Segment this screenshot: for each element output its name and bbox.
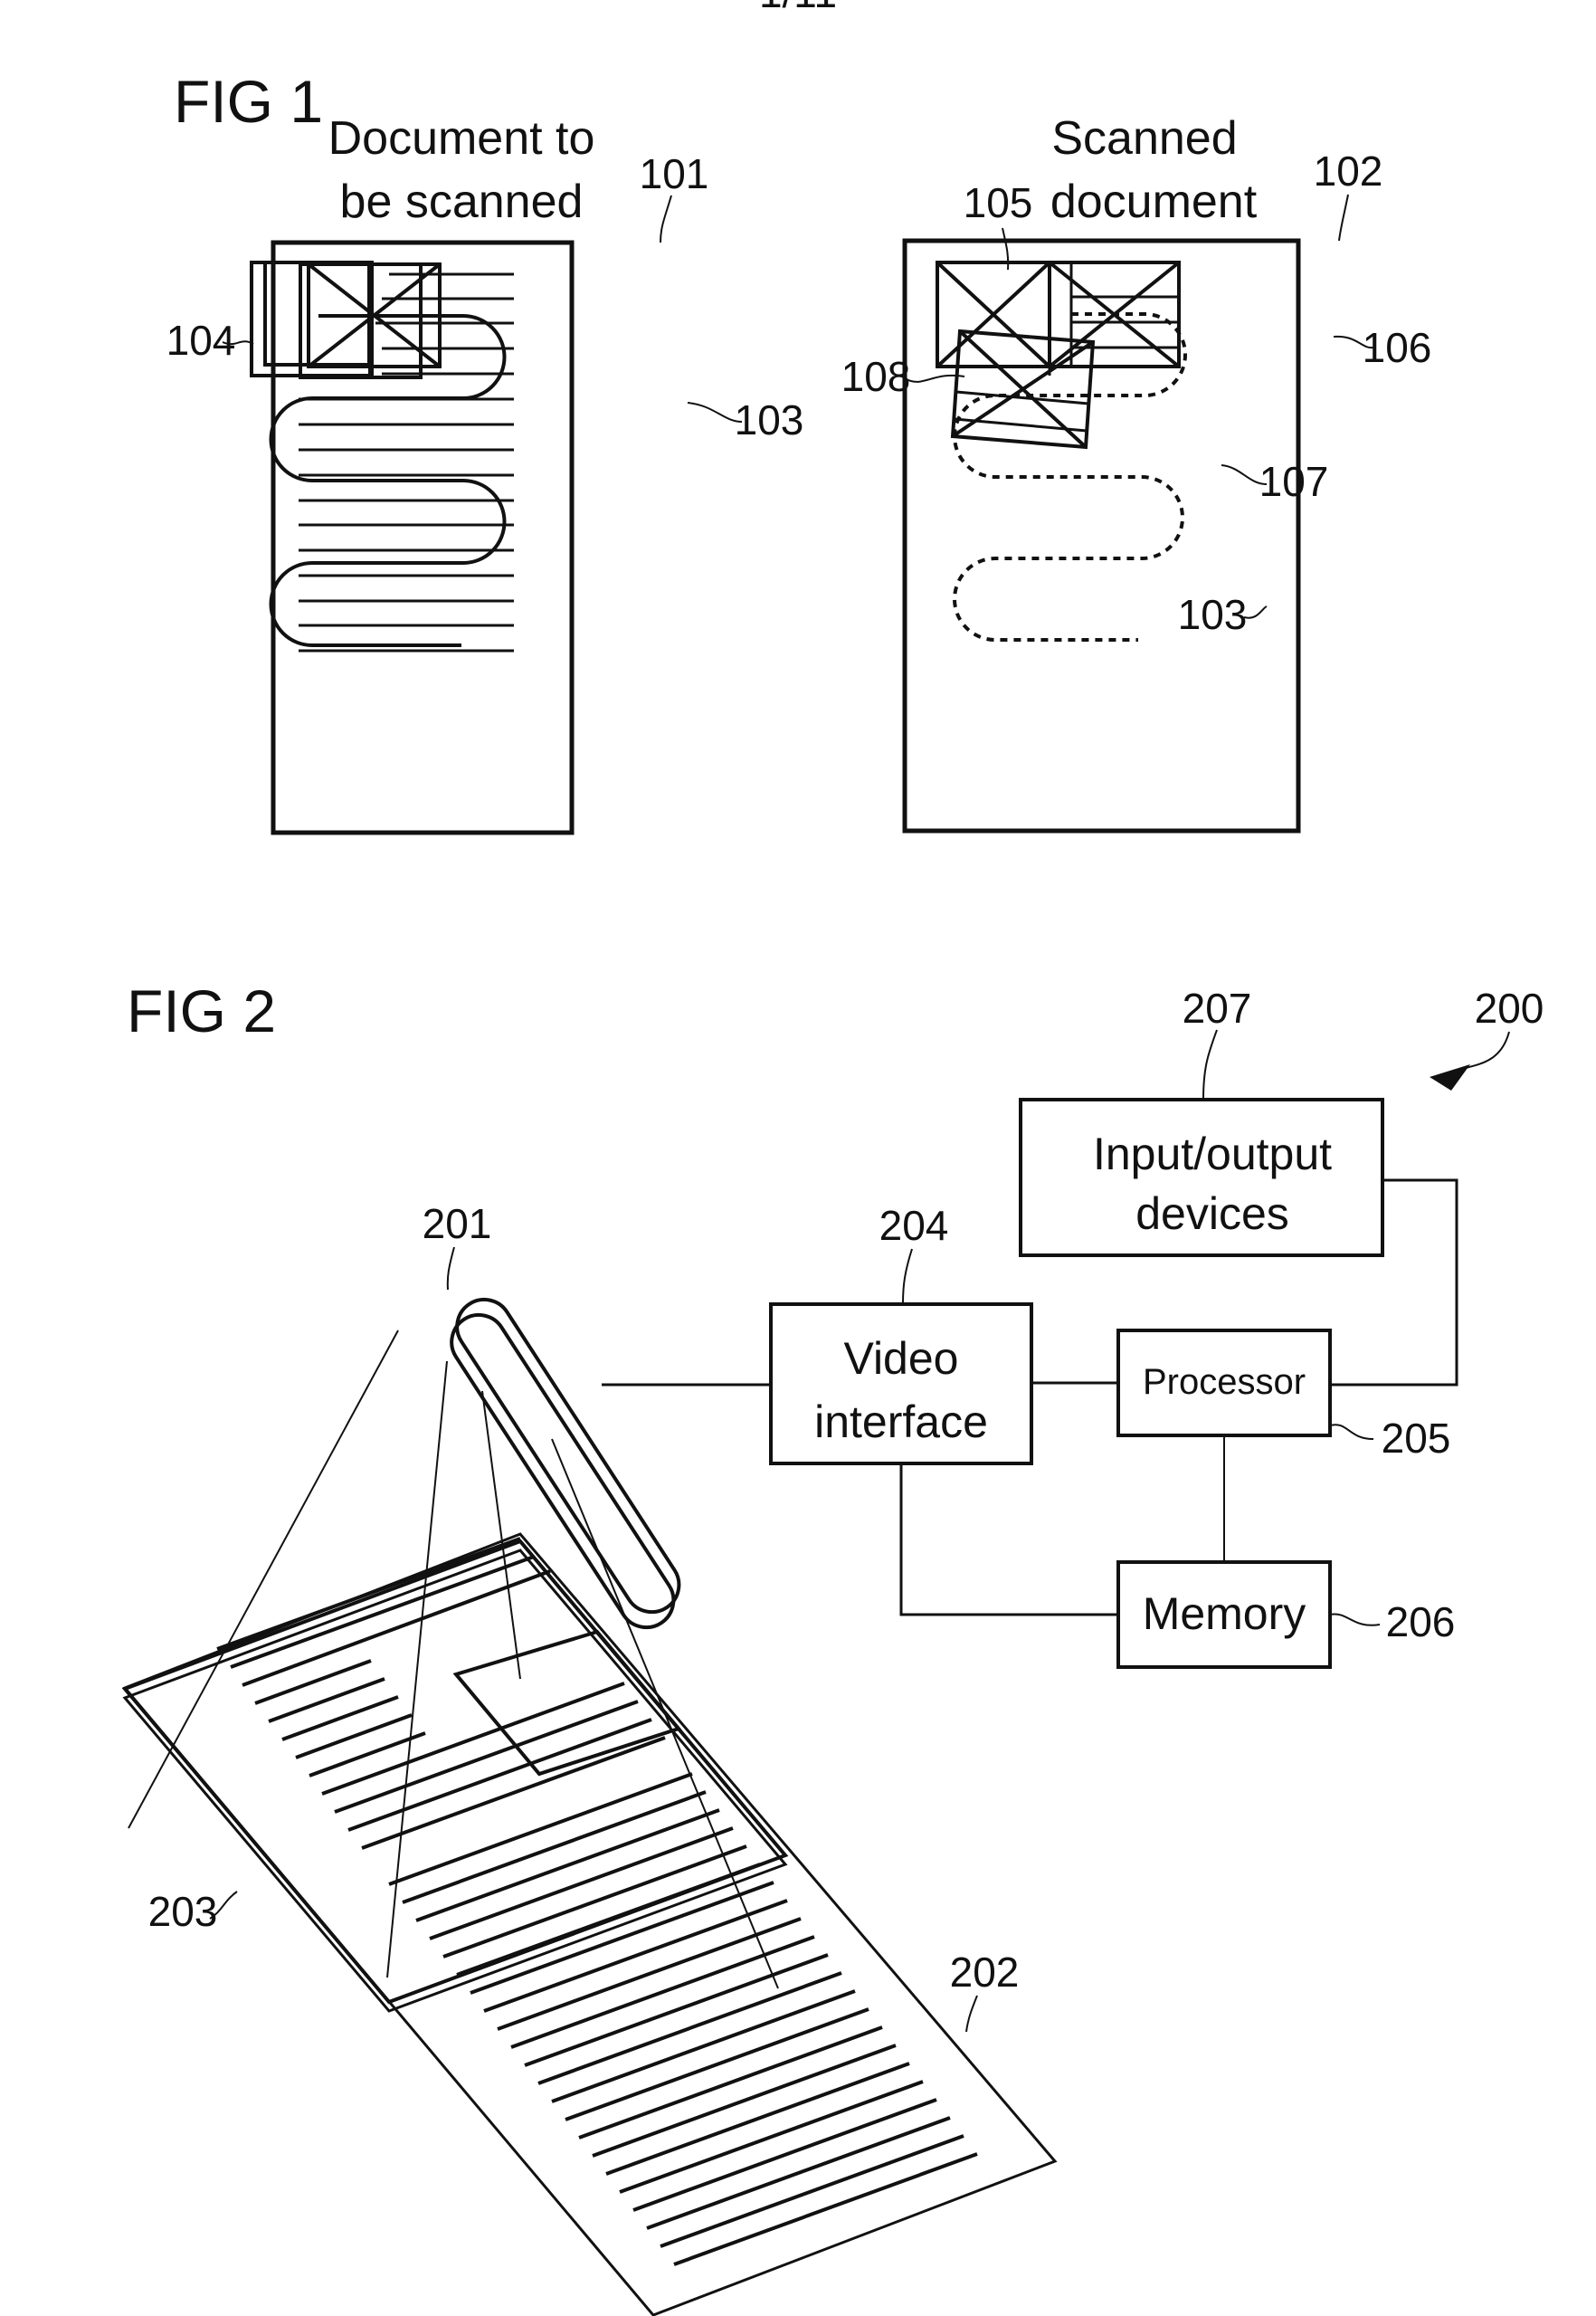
processor-label: Processor (1143, 1362, 1306, 1402)
leader-202 (965, 1995, 978, 2033)
leader-103-right (1243, 605, 1268, 619)
ref-105: 105 (964, 179, 1033, 226)
leader-201 (446, 1246, 455, 1291)
ref-204: 204 (879, 1202, 949, 1249)
fig2-title: FIG 2 (127, 977, 276, 1044)
document-text-lines (216, 1537, 978, 2266)
leader-207 (1202, 1029, 1218, 1101)
ref-103-left: 103 (735, 396, 804, 443)
ref-203: 203 (148, 1888, 218, 1935)
leader-102 (1338, 194, 1349, 242)
figure-2: FIG 2 200 207 Input/output devices 204 V… (121, 977, 1544, 2316)
ref-205: 205 (1382, 1415, 1451, 1462)
leader-205 (1329, 1424, 1374, 1440)
ref-107: 107 (1259, 458, 1329, 505)
text-lines-left (299, 272, 514, 653)
video-interface-label-line2: interface (814, 1396, 988, 1447)
leader-204 (902, 1248, 913, 1304)
ref-103-right: 103 (1178, 591, 1248, 638)
connector-io-processor (1330, 1178, 1458, 1387)
image-block-104 (250, 261, 374, 377)
tile-105 (936, 261, 1051, 376)
io-devices-label-line2: devices (1135, 1188, 1289, 1239)
video-interface-label-line1: Video (844, 1333, 959, 1384)
io-devices-label-line1: Input/output (1093, 1129, 1332, 1179)
leader-200 (1465, 1031, 1510, 1069)
leader-101 (660, 195, 672, 243)
ref-101: 101 (640, 150, 709, 197)
ref-104: 104 (166, 317, 236, 364)
fig1-right-caption-line1: Scanned (1051, 112, 1237, 165)
ref-201: 201 (423, 1200, 492, 1247)
scanned-document (902, 238, 1301, 834)
ref-108: 108 (841, 353, 911, 400)
leader-206 (1329, 1613, 1381, 1626)
fig1-right-caption-line2: document (1050, 176, 1258, 228)
fig1-left-caption-line1: Document to (328, 112, 595, 165)
ref-206: 206 (1386, 1598, 1456, 1645)
ref-207: 207 (1183, 985, 1252, 1032)
connector-video-memory (899, 1463, 1118, 1616)
ref-202: 202 (950, 1949, 1020, 1996)
fig1-left-caption-line2: be scanned (340, 176, 584, 228)
fig1-title: FIG 1 (174, 68, 323, 135)
page-number: 1/11 (759, 0, 837, 16)
arrow-icon (1430, 1064, 1470, 1091)
memory-label: Memory (1143, 1588, 1306, 1639)
patent-drawing-sheet: 1/11 FIG 1 Document to be scanned 101 (121, 0, 1544, 2316)
ref-200: 200 (1475, 985, 1544, 1032)
ref-102: 102 (1314, 148, 1383, 195)
figure-1: FIG 1 Document to be scanned 101 104 103… (166, 68, 1431, 835)
